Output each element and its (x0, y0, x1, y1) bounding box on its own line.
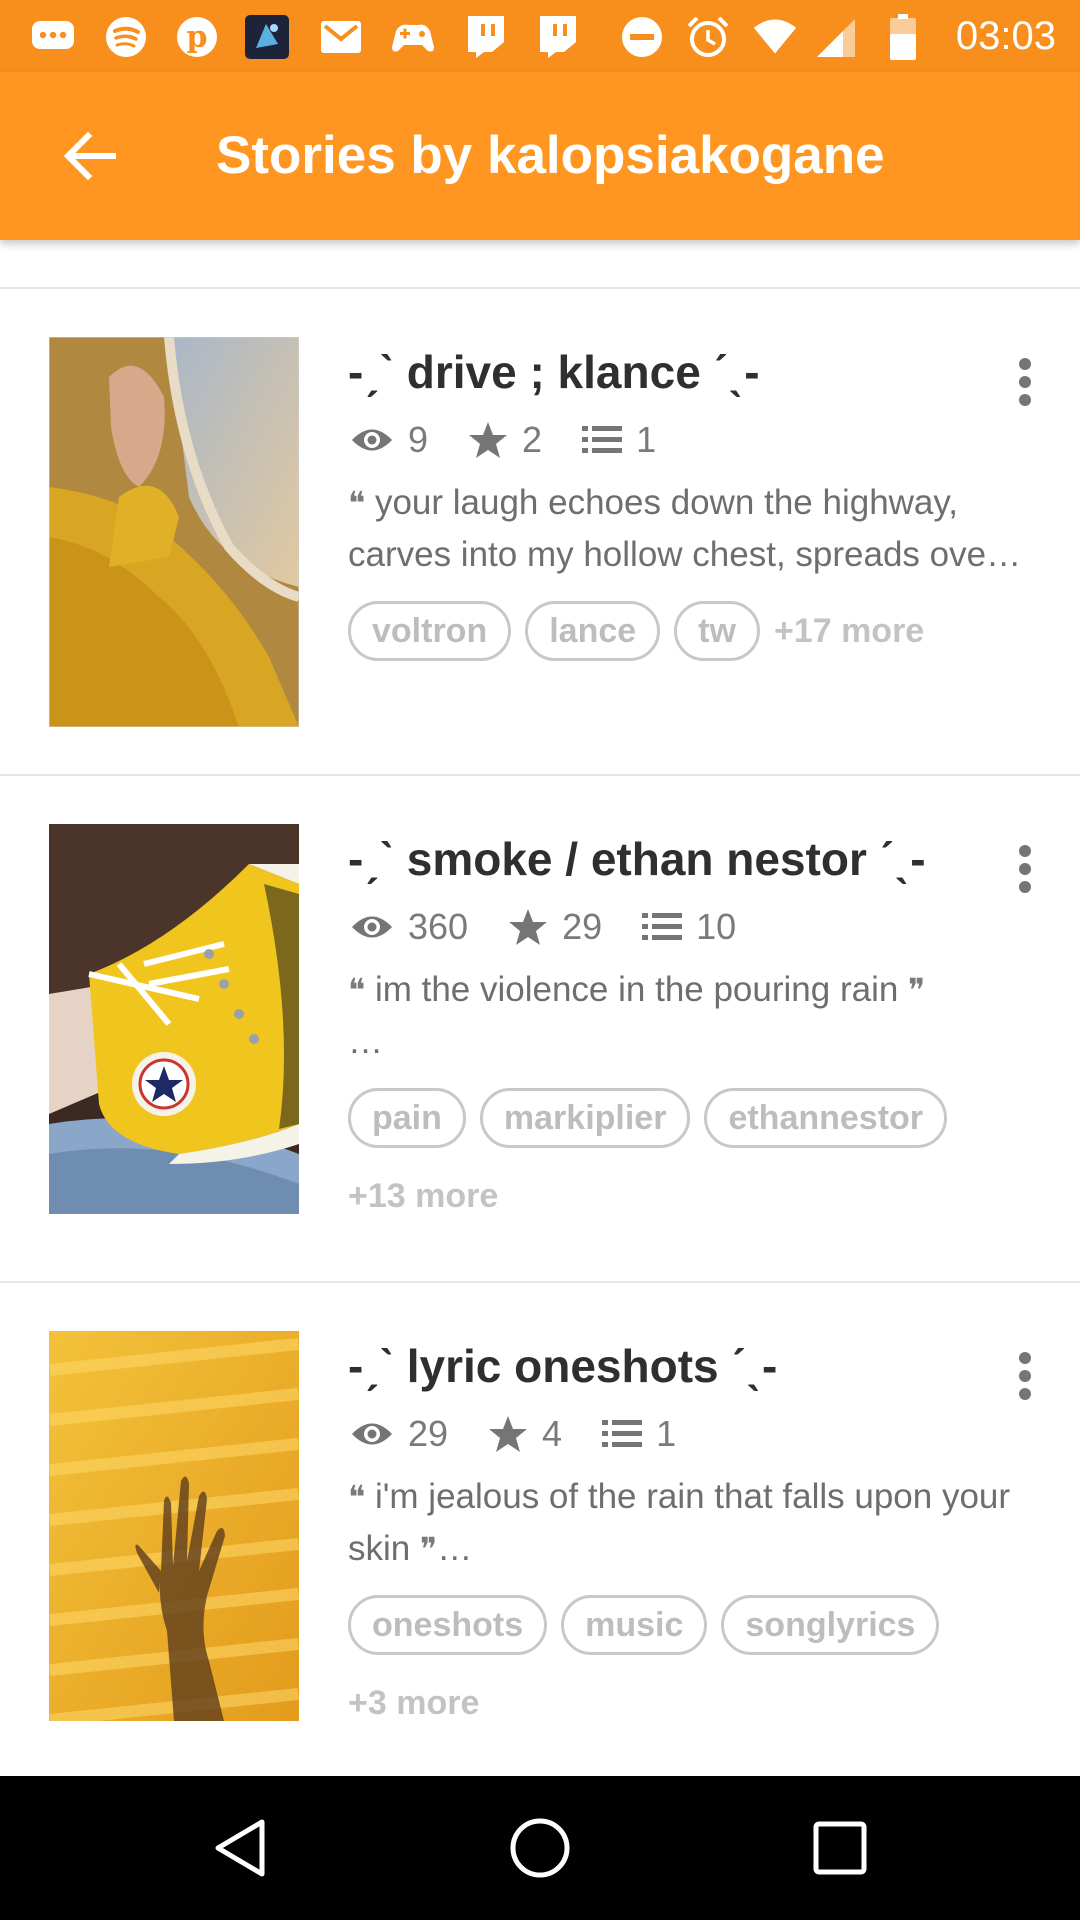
eye-icon (352, 1423, 392, 1445)
nav-back-button[interactable] (190, 1798, 290, 1898)
wifi-icon (752, 14, 798, 60)
story-overflow-menu-button[interactable] (1000, 347, 1050, 417)
votes-count: 29 (562, 906, 603, 947)
signal-icon (812, 14, 858, 60)
star-icon (469, 422, 508, 458)
list-icon (642, 913, 683, 940)
story-overflow-menu-button[interactable] (1000, 834, 1050, 904)
story-stats: 29 4 1 (350, 1409, 716, 1459)
story-tags: oneshots music songlyrics +3 more (348, 1595, 1048, 1751)
more-tags-link[interactable]: +3 more (348, 1673, 479, 1733)
tag-chip[interactable]: lance (525, 601, 661, 661)
app-bar: Stories by kalopsiakogane (0, 72, 1080, 240)
system-navigation-bar (0, 1776, 1080, 1920)
story-card[interactable]: -ˏˋ smoke / ethan nestor ˊˎ- 360 29 10 ❝… (0, 776, 1080, 1283)
more-vertical-icon (1019, 1352, 1031, 1400)
back-button[interactable] (48, 114, 132, 198)
nav-back-icon (215, 1819, 265, 1877)
quote-close-icon: ❞ (908, 972, 926, 1008)
parts-count: 1 (656, 1413, 677, 1454)
story-cover-image[interactable] (49, 1331, 299, 1721)
story-description-text: im the violence in the pouring rain (374, 970, 899, 1009)
tag-chip[interactable]: markiplier (479, 1088, 691, 1148)
eye-icon (352, 916, 392, 938)
views-stat: 9 (350, 419, 428, 461)
story-description-ellipsis: … (437, 1529, 473, 1568)
battery-icon (880, 14, 926, 60)
votes-count: 2 (522, 419, 543, 460)
story-stats: 360 29 10 (350, 902, 776, 952)
story-overflow-menu-button[interactable] (1000, 1341, 1050, 1411)
nav-home-button[interactable] (490, 1798, 590, 1898)
tag-chip[interactable]: tw (674, 601, 760, 661)
page-title: Stories by kalopsiakogane (216, 126, 885, 185)
parts-stat: 1 (582, 419, 656, 461)
more-vertical-icon (1019, 845, 1031, 893)
views-stat: 360 (350, 906, 468, 948)
parts-stat: 1 (602, 1413, 676, 1455)
pinterest-icon: p (174, 14, 220, 60)
do-not-disturb-icon (619, 14, 665, 60)
story-tags: voltron lance tw +17 more (348, 601, 1048, 679)
status-bar: p 03:03 (0, 0, 1080, 72)
nav-home-icon (510, 1818, 570, 1878)
quote-open-icon: ❝ (348, 485, 366, 521)
status-clock: 03:03 (955, 14, 1056, 58)
story-card[interactable]: -ˏˋ drive ; klance ˊˎ- 9 2 1 ❝ your laug… (0, 289, 1080, 776)
app-thumbnail-icon (244, 14, 290, 60)
story-title[interactable]: -ˏˋ drive ; klance ˊˎ- (348, 344, 760, 400)
nav-recents-icon (813, 1821, 867, 1875)
more-tags-link[interactable]: +13 more (348, 1166, 498, 1226)
star-icon (489, 1416, 528, 1452)
story-card[interactable]: -ˏˋ lyric oneshots ˊˎ- 29 4 1 ❝ i'm jeal… (0, 1283, 1080, 1776)
story-description: ❝ your laugh echoes down the highway, ca… (348, 477, 1038, 581)
svg-text:p: p (187, 20, 208, 55)
story-description-ellipsis: … (348, 1022, 383, 1061)
more-vertical-icon (1019, 358, 1031, 406)
votes-stat: 29 (508, 906, 602, 948)
parts-stat: 10 (642, 906, 736, 948)
spotify-icon (103, 14, 149, 60)
gmail-icon (318, 14, 364, 60)
parts-count: 10 (696, 906, 737, 947)
alarm-icon (685, 14, 731, 60)
parts-count: 1 (636, 419, 657, 460)
views-count: 9 (408, 419, 429, 460)
story-description-text: your laugh echoes down the highway, carv… (348, 483, 1022, 574)
twitch-icon (462, 14, 508, 60)
views-stat: 29 (350, 1413, 448, 1455)
list-icon (582, 426, 623, 453)
back-arrow-icon (64, 132, 116, 180)
twitch-icon (534, 14, 580, 60)
story-title[interactable]: -ˏˋ lyric oneshots ˊˎ- (348, 1338, 777, 1394)
story-title[interactable]: -ˏˋ smoke / ethan nestor ˊˎ- (348, 831, 926, 887)
tag-chip[interactable]: pain (348, 1088, 466, 1148)
story-description: ❝ im the violence in the pouring rain ❞ … (348, 964, 1038, 1068)
votes-count: 4 (542, 1413, 563, 1454)
quote-open-icon: ❝ (348, 1479, 366, 1515)
story-description: ❝ i'm jealous of the rain that falls upo… (348, 1471, 1038, 1575)
tag-chip[interactable]: ethannestor (704, 1088, 948, 1148)
game-controller-icon (390, 14, 436, 60)
quote-close-icon: ❞ (419, 1531, 438, 1567)
views-count: 360 (408, 906, 469, 947)
votes-stat: 2 (468, 419, 542, 461)
star-icon (509, 909, 548, 945)
story-cover-image[interactable] (49, 337, 299, 727)
eye-icon (352, 429, 392, 451)
tag-chip[interactable]: songlyrics (721, 1595, 940, 1655)
tag-chip[interactable]: oneshots (348, 1595, 548, 1655)
tag-chip[interactable]: voltron (348, 601, 512, 661)
story-tags: pain markiplier ethannestor +13 more (348, 1088, 1048, 1244)
more-tags-link[interactable]: +17 more (774, 601, 924, 661)
list-icon (602, 1420, 643, 1447)
votes-stat: 4 (488, 1413, 562, 1455)
views-count: 29 (408, 1413, 449, 1454)
chat-icon (30, 14, 76, 60)
story-stats: 9 2 1 (350, 415, 696, 465)
story-cover-image[interactable] (49, 824, 299, 1214)
nav-recents-button[interactable] (790, 1798, 890, 1898)
quote-open-icon: ❝ (348, 972, 366, 1008)
tag-chip[interactable]: music (561, 1595, 708, 1655)
